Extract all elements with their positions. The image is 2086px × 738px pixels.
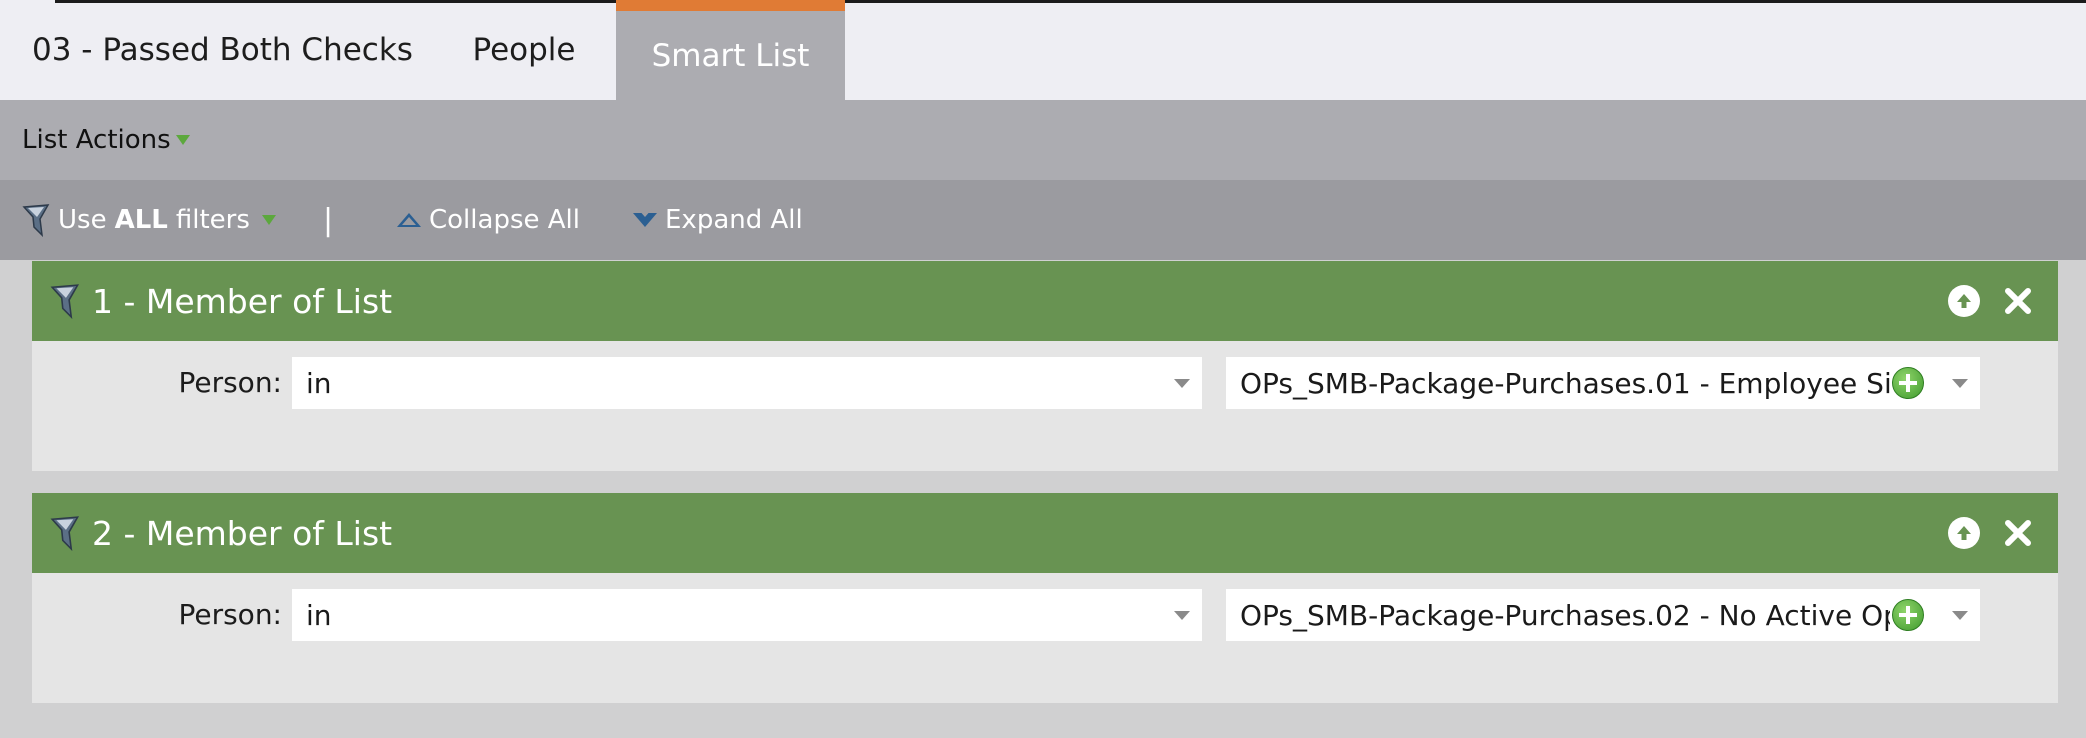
move-up-icon[interactable] (1948, 285, 1980, 317)
list-value-select[interactable]: OPs_SMB-Package-Purchases.01 - Employee … (1226, 357, 1980, 409)
chevron-down-icon (1952, 379, 1968, 388)
add-icon[interactable] (1892, 599, 1924, 631)
funnel-icon (22, 204, 50, 237)
list-actions-label: List Actions (22, 125, 171, 155)
close-icon[interactable] (2002, 517, 2034, 549)
chevron-down-icon (1952, 611, 1968, 620)
chevron-down-icon (1174, 379, 1190, 388)
filter-logic-button[interactable]: Use ALL filters (22, 180, 276, 260)
operator-select[interactable]: in (292, 589, 1202, 641)
filter-card: 1 - Member of List Person: in OPs_SMB-Pa… (32, 261, 2058, 471)
chevron-down-icon (261, 215, 276, 225)
collapse-all-label: Collapse All (429, 205, 580, 235)
filter-header[interactable]: 2 - Member of List (32, 493, 2058, 573)
tab-list-name[interactable]: 03 - Passed Both Checks (0, 0, 424, 100)
collapse-all-button[interactable]: Collapse All (397, 180, 580, 260)
list-value: OPs_SMB-Package-Purchases.01 - Employee … (1240, 366, 1890, 400)
expand-icon (633, 209, 657, 227)
actions-bar: List Actions (0, 100, 2086, 180)
funnel-icon (50, 516, 80, 551)
use-label: Use (58, 205, 107, 235)
filter-toolbar: Use ALL filters | Collapse All Expand Al… (0, 180, 2086, 260)
tab-people[interactable]: People (440, 0, 608, 100)
operator-value: in (306, 366, 332, 400)
filter-header-buttons (1948, 261, 2034, 341)
tab-smart-list[interactable]: Smart List (616, 0, 845, 100)
expand-all-button[interactable]: Expand All (633, 180, 803, 260)
chevron-down-icon (175, 135, 190, 145)
list-value-select[interactable]: OPs_SMB-Package-Purchases.02 - No Active… (1226, 589, 1980, 641)
tab-bar: 03 - Passed Both Checks People Smart Lis… (0, 0, 2086, 100)
chevron-down-icon (1174, 611, 1190, 620)
filter-header[interactable]: 1 - Member of List (32, 261, 2058, 341)
field-label: Person: (178, 598, 282, 631)
operator-select[interactable]: in (292, 357, 1202, 409)
toolbar-separator: | (323, 202, 334, 238)
filter-row: Person: in OPs_SMB-Package-Purchases.02 … (32, 589, 2058, 641)
filters-label: filters (175, 205, 250, 235)
field-label: Person: (178, 366, 282, 399)
move-up-icon[interactable] (1948, 517, 1980, 549)
operator-value: in (306, 598, 332, 632)
collapse-icon (397, 213, 421, 227)
funnel-icon (50, 284, 80, 319)
filter-row: Person: in OPs_SMB-Package-Purchases.01 … (32, 357, 2058, 409)
list-actions-button[interactable]: List Actions (22, 125, 190, 155)
filter-title: 2 - Member of List (92, 513, 393, 553)
expand-all-label: Expand All (665, 205, 803, 235)
use-all-label: ALL (114, 205, 168, 235)
filter-card: 2 - Member of List Person: in OPs_SMB-Pa… (32, 493, 2058, 703)
close-icon[interactable] (2002, 285, 2034, 317)
filter-header-buttons (1948, 493, 2034, 573)
add-icon[interactable] (1892, 367, 1924, 399)
list-value: OPs_SMB-Package-Purchases.02 - No Active… (1240, 598, 1890, 632)
filter-title: 1 - Member of List (92, 281, 393, 321)
